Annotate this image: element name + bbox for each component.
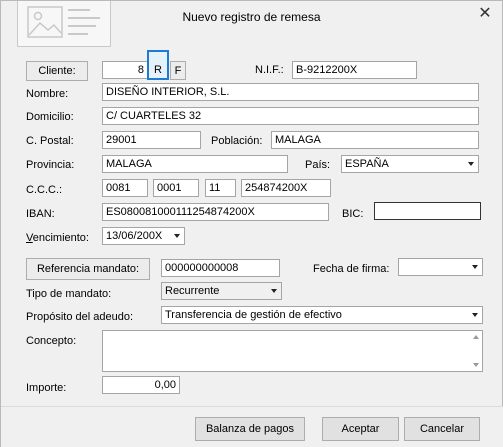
vencimiento-label: Vencimiento: bbox=[26, 232, 89, 244]
pais-label: País: bbox=[305, 159, 331, 171]
tipo-mandato-label: Tipo de mandato: bbox=[26, 288, 112, 300]
referencia-mandato-button[interactable]: Referencia mandato: bbox=[26, 258, 150, 280]
cpostal-field[interactable]: 29001 bbox=[102, 131, 201, 149]
bic-label: BIC: bbox=[342, 208, 364, 220]
tipo-mandato-dropdown[interactable]: Recurrente bbox=[161, 282, 282, 300]
poblacion-label: Población: bbox=[211, 135, 263, 147]
proposito-label: Propósito del adeudo: bbox=[26, 311, 134, 323]
cliente-button[interactable]: Cliente: bbox=[26, 61, 88, 81]
chevron-down-icon bbox=[472, 265, 478, 269]
cliente-r-button[interactable]: R bbox=[147, 50, 169, 80]
cancelar-button[interactable]: Cancelar bbox=[404, 417, 480, 441]
cliente-r-label: R bbox=[154, 64, 162, 76]
chevron-down-icon bbox=[472, 313, 478, 317]
ccc-cuenta-field[interactable]: 254874200X bbox=[241, 179, 331, 197]
image-placeholder-icon bbox=[27, 6, 100, 38]
concepto-scrollbar[interactable] bbox=[467, 331, 482, 371]
referencia-mandato-field[interactable]: 000000000008 bbox=[161, 259, 280, 277]
provincia-field[interactable]: MALAGA bbox=[102, 155, 288, 173]
vencimiento-value: 13/06/200X bbox=[106, 230, 163, 242]
close-icon: ✕ bbox=[478, 5, 492, 22]
scroll-down-icon bbox=[473, 363, 479, 367]
ccc-oficina-field[interactable]: 0001 bbox=[153, 179, 199, 197]
fecha-firma-date-picker[interactable] bbox=[398, 258, 483, 276]
pais-value: ESPAÑA bbox=[345, 158, 389, 170]
scroll-up-icon bbox=[473, 335, 479, 339]
proposito-value: Transferencia de gestión de efectivo bbox=[165, 309, 342, 321]
company-logo bbox=[17, 1, 111, 47]
window-title: Nuevo registro de remesa bbox=[182, 10, 321, 24]
cpostal-label: C. Postal: bbox=[26, 135, 74, 147]
chevron-down-icon bbox=[468, 162, 474, 166]
tipo-mandato-value: Recurrente bbox=[165, 285, 220, 297]
poblacion-field[interactable]: MALAGA bbox=[271, 131, 479, 149]
importe-field[interactable]: 0,00 bbox=[102, 376, 180, 394]
chevron-down-icon bbox=[174, 234, 180, 238]
nombre-label: Nombre: bbox=[26, 88, 69, 100]
aceptar-button[interactable]: Aceptar bbox=[322, 417, 399, 441]
nif-field[interactable]: B-9212200X bbox=[292, 61, 417, 79]
concepto-label: Concepto: bbox=[26, 335, 77, 347]
importe-label: Importe: bbox=[26, 382, 67, 394]
iban-field[interactable]: ES0800810001112548742​00X bbox=[102, 203, 329, 221]
concepto-textarea[interactable] bbox=[102, 330, 483, 372]
vencimiento-label-rest: encimiento: bbox=[32, 232, 89, 244]
ccc-label: C.C.C.: bbox=[26, 184, 63, 196]
cliente-code-field[interactable]: 8 bbox=[102, 61, 148, 79]
balanza-pagos-button[interactable]: Balanza de pagos bbox=[195, 417, 305, 441]
close-button[interactable]: ✕ bbox=[471, 3, 499, 25]
ccc-dc-field[interactable]: 11 bbox=[205, 179, 236, 197]
provincia-label: Provincia: bbox=[26, 159, 75, 171]
ccc-entidad-field[interactable]: 0081 bbox=[102, 179, 148, 197]
pais-dropdown[interactable]: ESPAÑA bbox=[341, 155, 479, 173]
domicilio-label: Domicilio: bbox=[26, 111, 74, 123]
bic-field[interactable] bbox=[374, 202, 481, 220]
nif-label: N.I.F.: bbox=[255, 64, 284, 76]
cliente-f-button[interactable]: F bbox=[170, 61, 186, 80]
chevron-down-icon bbox=[271, 289, 277, 293]
domicilio-field[interactable]: C/ CUARTELES 32 bbox=[102, 107, 479, 125]
iban-label: IBAN: bbox=[26, 208, 55, 220]
vencimiento-date-picker[interactable]: 13/06/200X bbox=[102, 227, 185, 245]
proposito-dropdown[interactable]: Transferencia de gestión de efectivo bbox=[161, 306, 483, 324]
dialog-window: Nuevo registro de remesa ✕ Cliente: 8 R … bbox=[0, 0, 503, 447]
nombre-field[interactable]: DISEÑO INTERIOR, S.L. bbox=[102, 83, 479, 101]
fecha-firma-label: Fecha de firma: bbox=[313, 263, 390, 275]
